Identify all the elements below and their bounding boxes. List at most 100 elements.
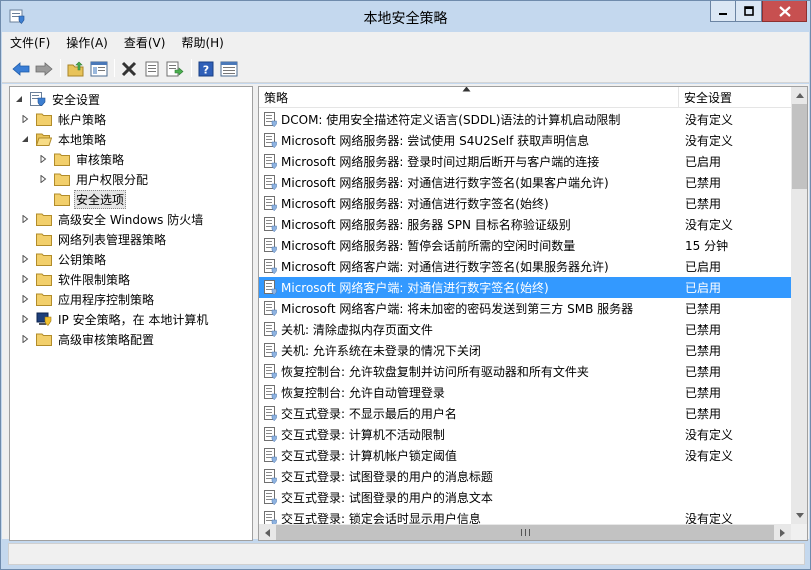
policy-icon [264, 301, 277, 316]
scroll-up-button[interactable] [791, 87, 807, 104]
policy-row-selected[interactable]: Microsoft 网络客户端: 对通信进行数字签名(始终) 已启用 [259, 277, 791, 298]
tree-item-network-list-manager[interactable]: 网络列表管理器策略 [36, 229, 168, 249]
menu-action[interactable]: 操作(A) [58, 33, 116, 53]
back-button[interactable] [10, 58, 32, 80]
policy-row[interactable]: 恢复控制台: 允许软盘复制并访问所有驱动器和所有文件夹 已禁用 [259, 361, 791, 382]
policy-name: 交互式登录: 试图登录的用户的消息标题 [281, 470, 493, 484]
tree-collapsed-arrow-icon[interactable] [20, 254, 30, 264]
policy-row[interactable]: 交互式登录: 计算机不活动限制 没有定义 [259, 424, 791, 445]
tree-item-application-control[interactable]: 应用程序控制策略 [20, 289, 156, 309]
maximize-button[interactable] [736, 1, 762, 22]
tree-item-label: 高级安全 Windows 防火墙 [58, 212, 204, 227]
scroll-down-button[interactable] [791, 507, 807, 524]
tree-item-windows-firewall[interactable]: 高级安全 Windows 防火墙 [20, 209, 205, 229]
policy-row[interactable]: Microsoft 网络服务器: 尝试使用 S4U2Self 获取声明信息 没有定… [259, 130, 791, 151]
policy-row[interactable]: DCOM: 使用安全描述符定义语言(SDDL)语法的计算机启动限制 没有定义 [259, 109, 791, 130]
horizontal-scroll-thumb[interactable] [276, 525, 774, 540]
column-header-setting[interactable]: 安全设置 [679, 87, 791, 108]
menu-bar: 文件(F) 操作(A) 查看(V) 帮助(H) [2, 32, 809, 54]
tree-collapsed-arrow-icon[interactable] [20, 114, 30, 124]
folder-icon [36, 253, 52, 266]
up-level-button[interactable] [65, 58, 87, 80]
grip-icon [520, 529, 530, 536]
tree-item-software-restriction[interactable]: 软件限制策略 [20, 269, 132, 289]
help-button[interactable]: ? [195, 58, 217, 80]
policy-row[interactable]: Microsoft 网络服务器: 服务器 SPN 目标名称验证级别 没有定义 [259, 214, 791, 235]
tree-collapsed-arrow-icon[interactable] [20, 334, 30, 344]
tree-collapsed-arrow-icon[interactable] [20, 314, 30, 324]
policy-row[interactable]: 交互式登录: 试图登录的用户的消息标题 [259, 466, 791, 487]
policy-name: Microsoft 网络客户端: 将未加密的密码发送到第三方 SMB 服务器 [281, 302, 634, 316]
scroll-left-arrow-icon [265, 528, 270, 537]
column-header-policy[interactable]: 策略 [259, 87, 679, 108]
tree-item-ip-security[interactable]: IP 安全策略，在 本地计算机 [20, 309, 210, 329]
policy-row[interactable]: Microsoft 网络服务器: 对通信进行数字签名(始终) 已禁用 [259, 193, 791, 214]
scroll-left-button[interactable] [259, 524, 276, 540]
tree-item-audit-policy[interactable]: 审核策略 [38, 149, 126, 169]
policy-row[interactable]: Microsoft 网络服务器: 暂停会话前所需的空闲时间数量 15 分钟 [259, 235, 791, 256]
menu-view[interactable]: 查看(V) [116, 33, 174, 53]
policy-name: 交互式登录: 计算机不活动限制 [281, 428, 445, 442]
vertical-scrollbar[interactable] [791, 87, 807, 524]
maximize-icon [743, 6, 754, 16]
tree-collapsed-arrow-icon[interactable] [38, 154, 48, 164]
close-button[interactable] [762, 1, 807, 22]
policy-icon [264, 259, 277, 274]
tree-expanded-arrow-icon[interactable] [20, 134, 30, 144]
tree-collapsed-arrow-icon[interactable] [38, 174, 48, 184]
tree-item-public-key-policies[interactable]: 公钥策略 [20, 249, 108, 269]
menu-file[interactable]: 文件(F) [2, 33, 58, 53]
export-list-button[interactable] [164, 58, 186, 80]
policy-setting: 已禁用 [685, 176, 722, 190]
policy-row[interactable]: 恢复控制台: 允许自动管理登录 已禁用 [259, 382, 791, 403]
tree-item-user-rights[interactable]: 用户权限分配 [38, 169, 150, 189]
policy-icon [264, 217, 277, 232]
policy-row[interactable]: 交互式登录: 计算机帐户锁定阈值 没有定义 [259, 445, 791, 466]
tree-expanded-arrow-icon[interactable] [14, 94, 24, 104]
tree-item-label: 本地策略 [58, 132, 107, 147]
scroll-right-button[interactable] [774, 524, 791, 540]
policy-row[interactable]: Microsoft 网络服务器: 登录时间过期后断开与客户端的连接 已启用 [259, 151, 791, 172]
minimize-button[interactable] [710, 1, 736, 22]
tree-item-label: 高级审核策略配置 [58, 332, 155, 347]
tree-collapsed-arrow-icon[interactable] [20, 274, 30, 284]
tree-item-security-settings[interactable]: 安全设置 [14, 89, 102, 109]
policy-row[interactable]: 交互式登录: 不显示最后的用户名 已禁用 [259, 403, 791, 424]
tree-item-label: 网络列表管理器策略 [58, 232, 167, 247]
tree-item-local-policies[interactable]: 本地策略 [20, 129, 108, 149]
tree-item-label: IP 安全策略，在 本地计算机 [58, 312, 209, 327]
forward-button[interactable] [33, 58, 55, 80]
console-view-button[interactable] [218, 58, 240, 80]
policy-name: 交互式登录: 不显示最后的用户名 [281, 407, 457, 421]
policy-name: Microsoft 网络服务器: 暂停会话前所需的空闲时间数量 [281, 239, 576, 253]
tree-item-security-options[interactable]: 安全选项 [54, 189, 127, 209]
policy-setting: 已禁用 [685, 344, 722, 358]
policy-icon [264, 343, 277, 358]
policy-icon [264, 427, 277, 442]
policy-row[interactable]: Microsoft 网络服务器: 对通信进行数字签名(如果客户端允许) 已禁用 [259, 172, 791, 193]
policy-icon [264, 490, 277, 505]
policy-row[interactable]: Microsoft 网络客户端: 对通信进行数字签名(如果服务器允许) 已启用 [259, 256, 791, 277]
tree-item-account-policies[interactable]: 帐户策略 [20, 109, 108, 129]
list-header: 策略 安全设置 [259, 87, 791, 108]
tree-collapsed-arrow-icon[interactable] [20, 294, 30, 304]
policy-icon [264, 322, 277, 337]
title-bar[interactable]: 本地安全策略 [1, 1, 810, 31]
policy-row[interactable]: Microsoft 网络客户端: 将未加密的密码发送到第三方 SMB 服务器 已禁… [259, 298, 791, 319]
menu-help[interactable]: 帮助(H) [173, 33, 231, 53]
policy-icon [264, 469, 277, 484]
folder-icon [36, 273, 52, 286]
policy-row[interactable]: 交互式登录: 试图登录的用户的消息文本 [259, 487, 791, 508]
show-hide-tree-button[interactable] [88, 58, 110, 80]
tree-collapsed-arrow-icon[interactable] [20, 214, 30, 224]
delete-button[interactable] [118, 58, 140, 80]
policy-row[interactable]: 关机: 允许系统在未登录的情况下关闭 已禁用 [259, 340, 791, 361]
vertical-scroll-thumb[interactable] [792, 104, 807, 189]
policy-icon [264, 364, 277, 379]
horizontal-scrollbar[interactable] [259, 524, 791, 540]
policy-name: 恢复控制台: 允许软盘复制并访问所有驱动器和所有文件夹 [281, 365, 589, 379]
app-window: 本地安全策略 文件(F) 操作(A) 查看(V) 帮助(H) ? 安全设置 帐户… [0, 0, 811, 570]
policy-row[interactable]: 关机: 清除虚拟内存页面文件 已禁用 [259, 319, 791, 340]
properties-button[interactable] [141, 58, 163, 80]
tree-item-advanced-audit[interactable]: 高级审核策略配置 [20, 329, 156, 349]
